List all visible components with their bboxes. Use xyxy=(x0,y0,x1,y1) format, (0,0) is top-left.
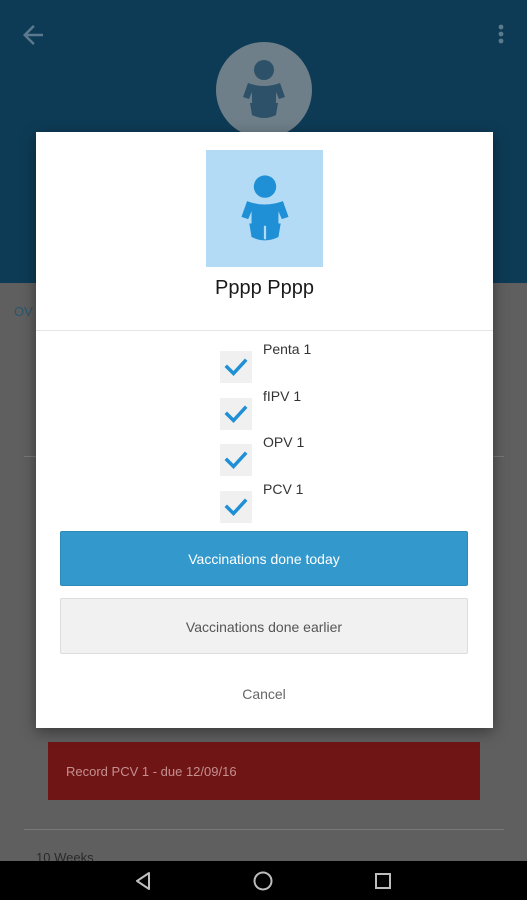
child-avatar xyxy=(206,150,323,267)
check-icon xyxy=(224,358,248,377)
vaccine-item[interactable]: Penta 1 xyxy=(220,341,420,383)
navigation-bar xyxy=(0,861,527,900)
back-arrow-icon[interactable] xyxy=(18,20,48,50)
cancel-button[interactable]: Cancel xyxy=(214,681,314,707)
vaccinations-done-today-button[interactable]: Vaccinations done today xyxy=(60,531,468,586)
vaccine-item[interactable]: fIPV 1 xyxy=(220,388,420,430)
baby-icon xyxy=(243,60,285,118)
check-icon xyxy=(224,405,248,424)
overview-tab[interactable]: OV xyxy=(14,304,33,319)
child-name: Pppp Pppp xyxy=(215,277,314,299)
vaccine-item[interactable]: OPV 1 xyxy=(220,434,420,476)
dialog-divider xyxy=(36,330,493,331)
header-avatar xyxy=(216,42,312,138)
vaccination-dialog: Pppp Pppp Penta 1 fIPV 1 OPV 1 PCV 1 Vac… xyxy=(36,132,493,728)
record-vaccine-card[interactable]: Record PCV 1 - due 12/09/16 xyxy=(48,742,480,800)
vaccine-label: OPV 1 xyxy=(263,434,305,450)
baby-icon xyxy=(240,174,289,240)
vaccine-label: fIPV 1 xyxy=(263,388,302,404)
vaccine-checkbox[interactable] xyxy=(220,398,252,430)
vaccine-item[interactable]: PCV 1 xyxy=(220,481,420,523)
nav-home-icon[interactable] xyxy=(251,869,275,893)
vaccine-label: Penta 1 xyxy=(263,341,312,357)
nav-recents-icon[interactable] xyxy=(371,869,395,893)
divider xyxy=(24,829,504,830)
vaccine-checkbox[interactable] xyxy=(220,491,252,523)
check-icon xyxy=(224,451,248,470)
check-icon xyxy=(224,498,248,517)
vaccine-checkbox[interactable] xyxy=(220,351,252,383)
vaccinations-done-earlier-button[interactable]: Vaccinations done earlier xyxy=(60,598,468,654)
vaccine-label: PCV 1 xyxy=(263,481,304,497)
vaccine-checkbox[interactable] xyxy=(220,444,252,476)
nav-back-icon[interactable] xyxy=(132,869,156,893)
more-vert-icon[interactable] xyxy=(491,20,511,50)
